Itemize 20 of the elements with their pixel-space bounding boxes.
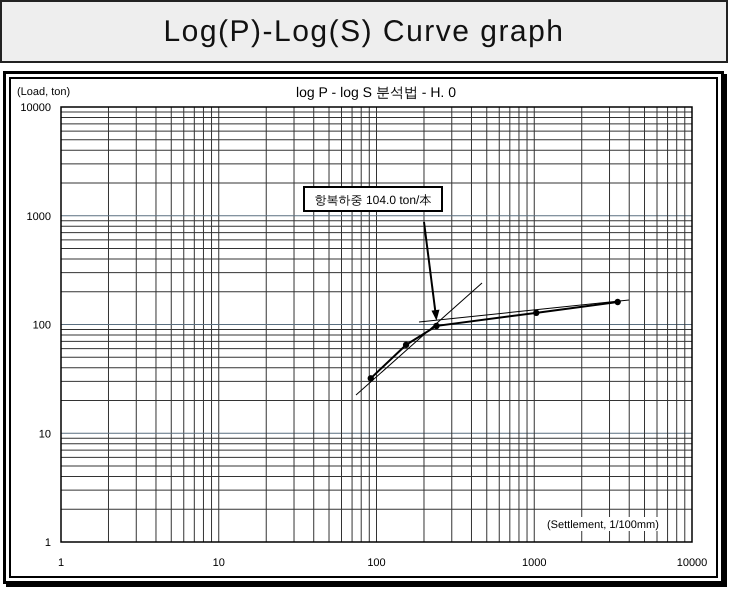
data-point <box>433 322 440 330</box>
callout-label: 항복하중 104.0 ton/本 <box>303 186 443 212</box>
y-tick-label: 1 <box>44 537 51 549</box>
data-point <box>533 310 540 316</box>
x-tick-label: 10 <box>212 557 225 569</box>
y-tick-label: 100 <box>32 320 51 332</box>
x-axis-label: (Settlement, 1/100mm) <box>547 519 659 531</box>
x-tick-label: 1000 <box>522 557 546 569</box>
data-point <box>614 298 621 306</box>
data-point <box>402 342 410 348</box>
y-tick-label: 1000 <box>26 210 51 223</box>
x-tick-label: 10000 <box>676 557 708 569</box>
y-tick-label: 10 <box>38 428 51 440</box>
page-title: Log(P)-Log(S) Curve graph <box>0 0 728 63</box>
data-point <box>368 375 374 382</box>
y-axis-label: (Load, ton) <box>17 86 70 98</box>
x-tick-label: 100 <box>367 557 386 569</box>
x-tick-label: 1 <box>58 557 64 569</box>
y-tick-label: 10000 <box>20 102 51 114</box>
chart-title: log P - log S 분석법 - H. 0 <box>296 84 456 100</box>
